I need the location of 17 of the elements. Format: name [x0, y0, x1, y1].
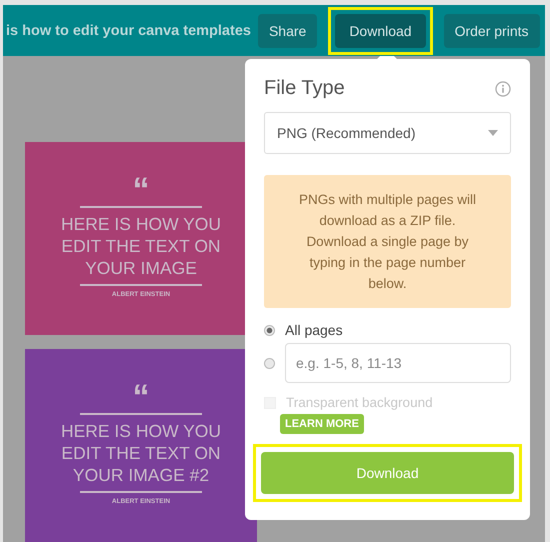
notice-text: PNGs with multiple pages will download as a ZIP file. Download a single page by typing in the page number below. — [298, 192, 476, 291]
option-label: All pages — [285, 322, 343, 338]
radio-button[interactable] — [264, 358, 275, 368]
file-type-dropdown[interactable]: PNG (Recommended) — [264, 112, 511, 154]
toolbar-button[interactable]: Order prints — [444, 14, 540, 48]
caret-icon — [488, 130, 498, 136]
page-range-field[interactable]: e.g. 1-5, 8, 11-13 — [285, 343, 511, 383]
design-title: is how to edit your canva templates — [5, 22, 251, 38]
toolbar-button[interactable]: Download — [335, 14, 426, 48]
info-icon[interactable] — [495, 80, 511, 96]
panel-title: File Type — [264, 77, 345, 100]
radio-button[interactable] — [264, 324, 275, 336]
quote-text: HERE IS HOW YOU EDIT THE TEXT ON YOUR IMAGE #2 — [60, 420, 222, 486]
toolbar-button[interactable]: Share — [258, 14, 318, 48]
quote-text: HERE IS HOW YOU EDIT THE TEXT ON YOUR IMAGE — [60, 213, 222, 279]
quote-mark: “ — [132, 179, 150, 201]
quote-mark: “ — [132, 386, 150, 408]
